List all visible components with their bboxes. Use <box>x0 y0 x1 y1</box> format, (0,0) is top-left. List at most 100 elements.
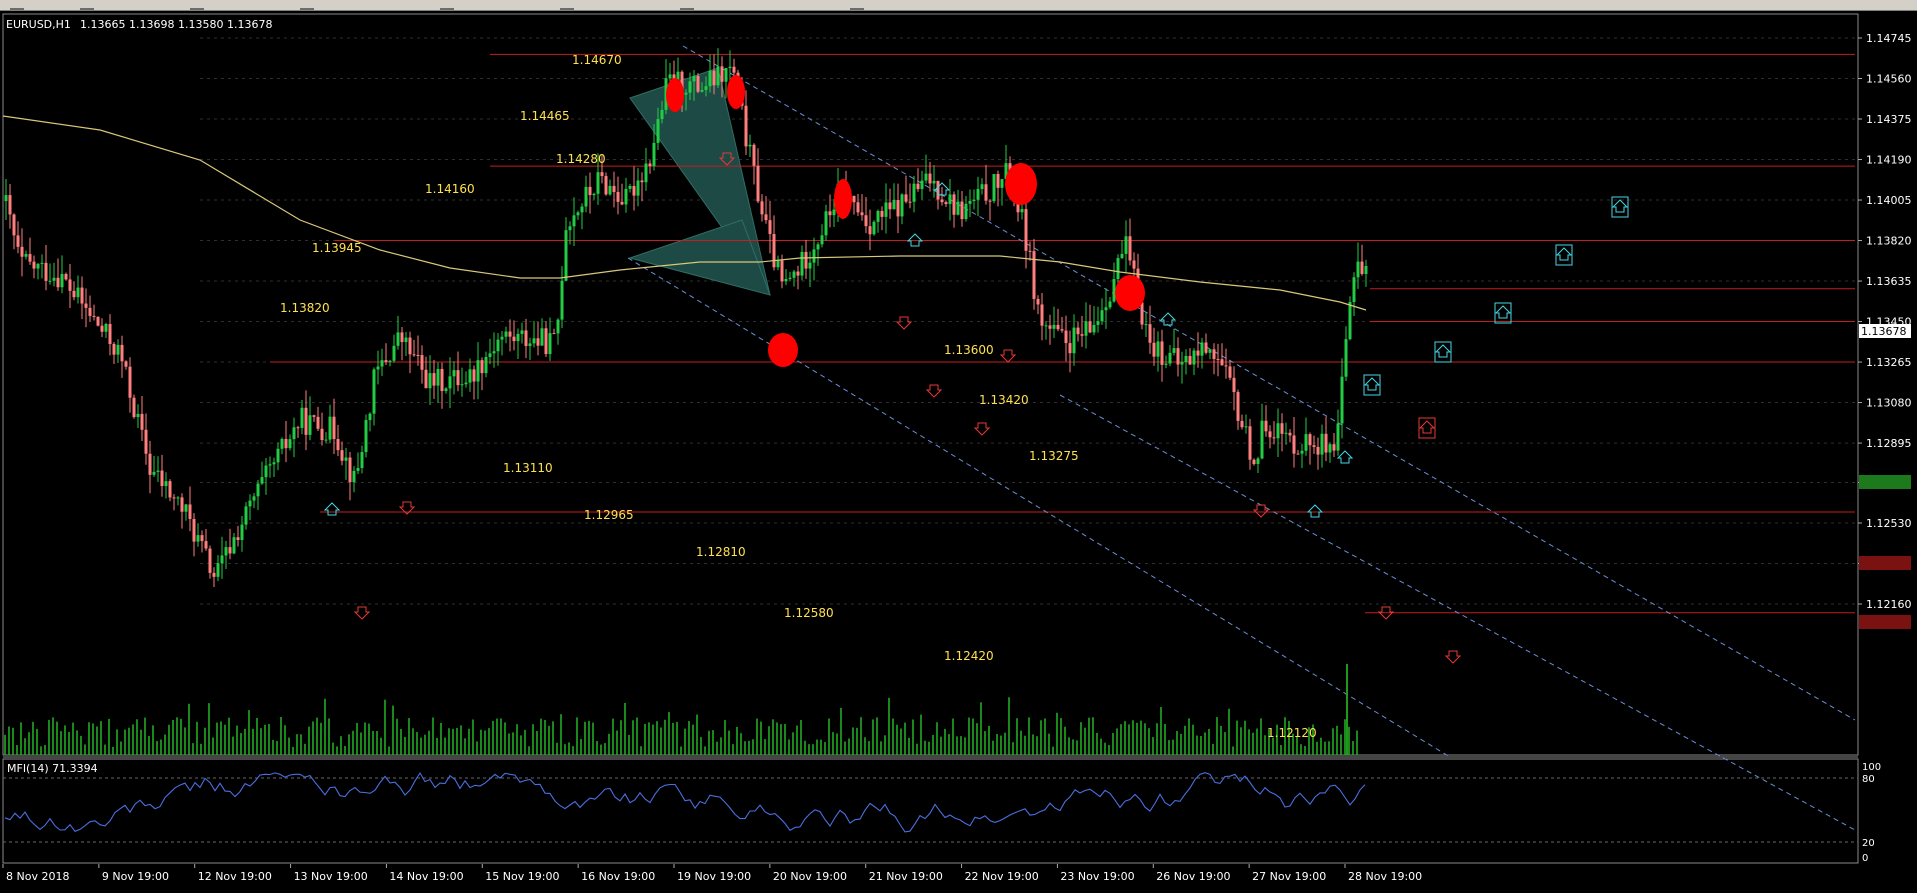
candle-body <box>808 262 812 269</box>
candle-body <box>212 572 216 577</box>
candle-body <box>224 547 228 556</box>
candle-body <box>584 186 588 207</box>
candle-body <box>148 453 152 475</box>
candle-body <box>340 450 344 461</box>
candle-body <box>756 165 760 202</box>
toolbar-button[interactable] <box>440 0 454 10</box>
candle-body <box>732 66 736 73</box>
candle-body <box>492 351 496 354</box>
candle-body <box>64 273 68 280</box>
candle-body <box>280 438 284 449</box>
candle-body <box>508 331 512 337</box>
candle-body <box>364 420 368 453</box>
candle-body <box>632 185 636 196</box>
candle-body <box>612 185 616 193</box>
candle-body <box>960 201 964 220</box>
candle-body <box>1140 302 1144 325</box>
candle-body <box>824 211 828 236</box>
candle-body <box>388 360 392 362</box>
price-tick-label: 1.14190 <box>1866 154 1912 167</box>
candle-body <box>976 189 980 200</box>
toolbar-button[interactable] <box>850 0 864 10</box>
toolbar-button[interactable] <box>300 0 314 10</box>
toolbar-button[interactable] <box>10 0 24 10</box>
candle-body <box>328 416 332 440</box>
candle-body <box>1180 362 1184 365</box>
candle-body <box>1252 459 1256 465</box>
candle-body <box>88 307 92 316</box>
candle-body <box>140 413 144 430</box>
candle-body <box>352 470 356 483</box>
chart-canvas[interactable]: 1.14670 1.14465 1.14280 1.14160 1.13945 1.138… <box>0 0 1917 889</box>
candle-body <box>1000 179 1004 188</box>
candle-body <box>152 471 156 475</box>
candle-body <box>828 211 832 216</box>
swing-marker <box>834 179 852 219</box>
candle-body <box>1284 432 1288 434</box>
toolbar-button[interactable] <box>560 0 574 10</box>
candle-body <box>884 202 888 217</box>
candle-body <box>872 221 876 235</box>
candle-body <box>32 261 36 269</box>
candle-body <box>812 249 816 263</box>
time-tick-label: 20 Nov 19:00 <box>773 870 847 883</box>
candle-body <box>168 481 172 498</box>
candle-body <box>1084 321 1088 336</box>
candle-body <box>696 75 700 92</box>
candle-body <box>1096 321 1100 325</box>
toolbar-button[interactable] <box>190 0 204 10</box>
candle-body <box>892 200 896 210</box>
candle-body <box>1100 310 1104 322</box>
candle-body <box>1104 307 1108 311</box>
price-tick-label: 1.14560 <box>1866 73 1912 86</box>
candle-body <box>860 212 864 216</box>
candle-body <box>956 201 960 215</box>
candle-body <box>392 345 396 361</box>
candle-body <box>580 206 584 213</box>
level-label: 1.13110 <box>503 461 553 475</box>
candle-body <box>624 188 628 205</box>
candle-body <box>708 70 712 87</box>
candle-body <box>1260 420 1264 459</box>
swing-marker <box>1005 163 1037 205</box>
candle-body <box>100 325 104 332</box>
candle-body <box>376 366 380 370</box>
candle-body <box>136 413 140 418</box>
time-tick-label: 27 Nov 19:00 <box>1252 870 1326 883</box>
candle-body <box>1272 437 1276 439</box>
candle-body <box>304 407 308 435</box>
candle-body <box>604 176 608 195</box>
candle-body <box>464 382 468 385</box>
candle-body <box>300 407 304 428</box>
candle-body <box>620 201 624 205</box>
candle-body <box>1196 350 1200 356</box>
swing-marker <box>666 78 684 112</box>
candle-body <box>220 555 224 564</box>
candle-body <box>1072 327 1076 354</box>
candle-body <box>1188 355 1192 365</box>
time-tick-label: 15 Nov 19:00 <box>485 870 559 883</box>
candle-body <box>48 280 52 282</box>
candle-body <box>28 254 32 262</box>
chart-window[interactable]: 1.14670 1.14465 1.14280 1.14160 1.13945 1.138… <box>0 0 1917 889</box>
toolbar-button[interactable] <box>680 0 694 10</box>
candle-body <box>36 263 40 269</box>
candle-body <box>120 344 124 362</box>
candle-body <box>1308 434 1312 446</box>
candle-body <box>488 353 492 358</box>
candle-body <box>704 86 708 91</box>
candle-body <box>344 457 348 461</box>
candle-body <box>532 338 536 344</box>
candle-body <box>692 75 696 82</box>
level-label: 1.14280 <box>556 152 606 166</box>
candle-body <box>20 246 24 257</box>
candle-body <box>272 462 276 465</box>
candle-body <box>316 416 320 429</box>
candle-body <box>552 333 556 335</box>
toolbar-button[interactable] <box>80 0 94 10</box>
candle-body <box>228 547 232 554</box>
level-label: 1.12810 <box>696 545 746 559</box>
candle-body <box>268 464 272 466</box>
candle-body <box>176 497 180 499</box>
candle-body <box>1312 445 1316 447</box>
